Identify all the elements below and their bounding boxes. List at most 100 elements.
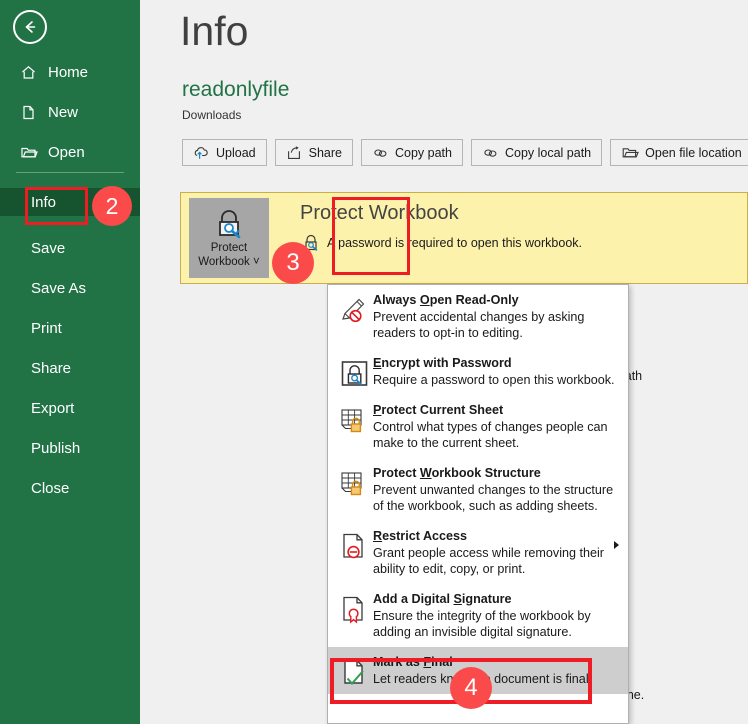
menu-item-description-line-1: Require a password to open this workbook… [373,373,615,387]
menu-item-description-line-2: readers to opt-in to editing. [373,326,523,340]
protect-workbook-button-label: Protect Workbook ˅ [198,241,259,269]
document-seal-icon [337,591,373,640]
menu-item-description-line-2: ability to edit, copy, or print. [373,562,526,576]
file-actions-toolbar: Upload Share Copy path Copy local path Open … [182,139,748,166]
step-badge-2: 2 [92,186,132,226]
open-file-location-button[interactable]: Open file location [610,139,748,166]
title-accelerator-key: W [419,466,432,480]
menu-item-title: Mark as Final [373,654,622,670]
step-badge-4: 4 [450,667,492,709]
menu-item-title: Protect Workbook Structure [373,465,622,481]
menu-item-restrict-access[interactable]: Restrict Access Grant people access while… [328,521,628,584]
sidebar-item-label: Publish [31,439,81,457]
sidebar-item-close[interactable]: Close [0,474,140,502]
sidebar-item-share[interactable]: Share [0,354,140,382]
lock-key-boxed-icon [337,355,373,388]
sidebar-item-label: New [48,103,79,121]
menu-item-text: Encrypt with Password Require a password … [373,355,622,388]
document-restrict-icon [337,528,373,577]
title-suffix: inal [431,655,453,669]
menu-item-title: Add a Digital Signature [373,591,622,607]
open-folder-icon [621,145,639,161]
menu-item-description-line-1: Control what types of changes people can [373,420,608,434]
submenu-arrow-icon [614,541,619,549]
pw-label-line1: Protect [210,242,248,254]
title-prefix: Add a Digital [373,592,454,606]
toolbar-button-label: Copy path [394,145,452,160]
sidebar-item-save-as[interactable]: Save As [0,274,140,302]
menu-item-description-line-1: Prevent unwanted changes to the structur… [373,483,614,497]
sidebar-item-publish[interactable]: Publish [0,434,140,462]
protect-workbook-button[interactable]: Protect Workbook ˅ [189,198,269,278]
title-suffix: estrict Access [382,529,468,543]
menu-item-title: Protect Current Sheet [373,402,622,418]
page-title: Info [180,8,249,54]
sidebar-item-label: Home [48,63,89,81]
step-badge-3: 3 [272,242,314,284]
menu-item-description-line-1: Prevent accidental changes by asking [373,310,585,324]
toolbar-button-label: Copy local path [504,145,592,160]
menu-item-text: Protect Current Sheet Control what types … [373,402,622,451]
title-accelerator-key: F [423,655,432,669]
menu-item-text: Always Open Read-Only Prevent accidental … [373,292,622,341]
pencil-blocked-icon [337,292,373,341]
title-prefix: Always [373,293,420,307]
back-arrow-icon [25,21,36,33]
sidebar-item-print[interactable]: Print [0,314,140,342]
link-icon [482,145,499,161]
title-suffix: ignature [461,592,512,606]
menu-item-description-line-1: Ensure the integrity of the workbook by [373,609,591,623]
sidebar-item-label: Close [31,479,70,497]
document-check-icon [337,654,373,687]
pw-label-line2: Workbook [198,256,250,268]
sidebar-item-label: Info [31,193,57,211]
share-icon [286,145,303,161]
sidebar-item-label: Save [31,239,66,257]
title-suffix: rotect Current Sheet [381,403,504,417]
sheet-lock-icon [337,465,373,514]
menu-item-text: Protect Workbook Structure Prevent unwant… [373,465,622,514]
file-location: Downloads [182,108,242,122]
sidebar-item-new[interactable]: New [0,98,140,126]
sidebar-item-save[interactable]: Save [0,234,140,262]
title-suffix: pen Read-Only [429,293,519,307]
folder-icon [20,144,42,161]
menu-item-text: Restrict Access Grant people access while… [373,528,622,577]
new-icon [20,104,42,121]
back-button[interactable] [13,10,47,44]
menu-item-add-a-digital-signature[interactable]: Add a Digital Signature Ensure the integr… [328,584,628,647]
menu-item-description-line-2: of the workbook, such as adding sheets. [373,499,598,513]
banner-description: A password is required to open this work… [327,236,582,250]
title-accelerator-key: R [373,529,383,543]
link-icon [372,145,389,161]
menu-item-text: Mark as Final Let readers know the docume… [373,654,622,687]
title-prefix: Mark as [373,655,424,669]
file-name: readonlyfile [182,78,290,101]
sidebar-item-open[interactable]: Open [0,138,140,166]
sidebar-item-export[interactable]: Export [0,394,140,422]
menu-item-text: Add a Digital Signature Ensure the integr… [373,591,622,640]
menu-item-title: Encrypt with Password [373,355,622,371]
banner-title: Protect Workbook [300,202,459,224]
backstage-sidebar: Home New Open Info Save Save As Print Share Expo… [0,0,140,724]
menu-item-description-line-2: adding an invisible digital signature. [373,625,572,639]
sidebar-item-label: Save As [31,279,87,297]
home-icon [20,64,42,81]
copy-local-path-button[interactable]: Copy local path [470,139,603,166]
toolbar-button-label: Upload [216,145,256,160]
menu-item-protect-workbook-structure[interactable]: Protect Workbook Structure Prevent unwant… [328,458,628,521]
upload-button[interactable]: Upload [182,139,267,166]
menu-item-title: Always Open Read-Only [373,292,622,308]
share-button[interactable]: Share [274,139,353,166]
sidebar-item-home[interactable]: Home [0,58,140,86]
toolbar-button-label: Open file location [645,145,742,160]
sidebar-item-label: Open [48,143,85,161]
menu-item-description-line-1: Let readers know the document is final. [373,672,593,686]
lock-key-icon [219,210,241,239]
menu-item-protect-current-sheet[interactable]: Protect Current Sheet Control what types … [328,395,628,458]
protect-workbook-dropdown-menu: Always Open Read-Only Prevent accidental … [327,284,629,724]
menu-item-encrypt-with-password[interactable]: Encrypt with Password Require a password … [328,348,628,395]
menu-item-always-open-read-only[interactable]: Always Open Read-Only Prevent accidental … [328,285,628,348]
excel-backstage-info-screen: Home New Open Info Save Save As Print Share Expo… [0,0,748,724]
copy-path-button[interactable]: Copy path [360,139,463,166]
